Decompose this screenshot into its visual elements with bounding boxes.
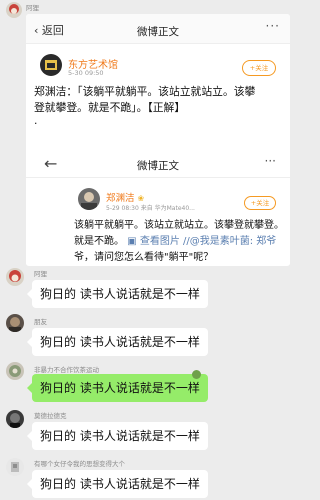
nested-body-line-3: 爷，请问您怎么看待"躺平"呢？	[74, 252, 214, 263]
vip-badge-icon: ❀	[137, 194, 145, 203]
user-avatar-icon	[9, 365, 21, 377]
message-bubble[interactable]: 狗日的 读书人说话就是不一样	[27, 470, 208, 498]
sender-name: 阿狸	[26, 4, 39, 12]
sender-name: 非暴力不合作饮茶运动	[34, 366, 99, 374]
author-avatar[interactable]	[40, 54, 62, 76]
post-body-line-2: 登就攀登。就是不跪」。【正解】	[34, 101, 186, 114]
user-avatar-icon	[10, 413, 20, 428]
avatar[interactable]	[6, 362, 24, 380]
sender-name: 莫德拉德克	[34, 412, 67, 420]
avatar[interactable]	[6, 2, 22, 18]
avatar[interactable]	[6, 410, 24, 428]
nested-author-avatar[interactable]	[78, 188, 100, 210]
post-dot: ·	[34, 117, 38, 130]
message-bubble[interactable]: 狗日的 读书人说话就是不一样	[27, 328, 208, 356]
nested-post-meta: 5-29 08:30 来自 华为Mate40...	[106, 205, 195, 212]
post-time: 5-30 09:50	[68, 69, 104, 77]
avatar[interactable]	[6, 314, 24, 332]
nested-nav-bar: ← 微博正文 ···	[26, 150, 290, 178]
person-photo-icon	[81, 192, 97, 210]
weibo-nav-bar: ‹ 返回 微博正文 ···	[26, 14, 290, 44]
nested-repost-text[interactable]: 查看图片 //@我是素叶菌: 郑爷	[140, 236, 276, 247]
sender-name: 有哪个女仔令我的思想变得大个	[34, 460, 125, 468]
emoji-reaction-icon	[192, 370, 201, 379]
more-icon[interactable]: ···	[266, 19, 280, 33]
nested-author-name[interactable]: 郑渊洁 ❀	[106, 190, 144, 204]
user-avatar-icon	[9, 317, 21, 332]
sender-name: 朋友	[34, 318, 47, 326]
avatar[interactable]	[6, 268, 24, 286]
user-avatar-icon	[9, 4, 19, 14]
user-avatar-icon	[9, 270, 21, 282]
nested-follow-button[interactable]: +关注	[244, 196, 276, 210]
nav-title: 微博正文	[137, 26, 179, 38]
nested-body-line-2-text: 就是不跪。	[74, 236, 124, 247]
nested-body-line-1: 该躺平就躺平。该站立就站立。该攀登就攀登。	[74, 220, 284, 231]
nested-screenshot: ← 微博正文 ··· 郑渊洁 ❀ 5-29 08:30 来自 华为Mate40.…	[26, 150, 290, 265]
message-bubble-highlighted[interactable]: 狗日的 读书人说话就是不一样	[27, 374, 208, 402]
nested-more-icon[interactable]: ···	[265, 154, 276, 168]
message-bubble[interactable]: 狗日的 读书人说话就是不一样	[27, 422, 208, 450]
user-avatar-icon	[11, 462, 19, 472]
post-body-line-1: 郑渊洁：「该躺平就躺平。该站立就站立。该攀	[34, 85, 256, 98]
museum-logo-icon	[45, 60, 57, 70]
shared-screenshot-card[interactable]: ‹ 返回 微博正文 ··· 东方艺术馆 5-30 09:50 +关注 郑渊洁：「…	[26, 14, 290, 266]
avatar[interactable]	[6, 458, 24, 476]
follow-button[interactable]: +关注	[242, 60, 276, 76]
sender-name: 阿狸	[34, 270, 47, 278]
nested-body-line-2: 就是不跪。 ▣ 查看图片 //@我是素叶菌: 郑爷	[74, 234, 276, 250]
message-bubble[interactable]: 狗日的 读书人说话就是不一样	[27, 280, 208, 308]
nested-nav-title: 微博正文	[137, 160, 179, 172]
image-link-icon[interactable]: ▣	[127, 236, 136, 247]
